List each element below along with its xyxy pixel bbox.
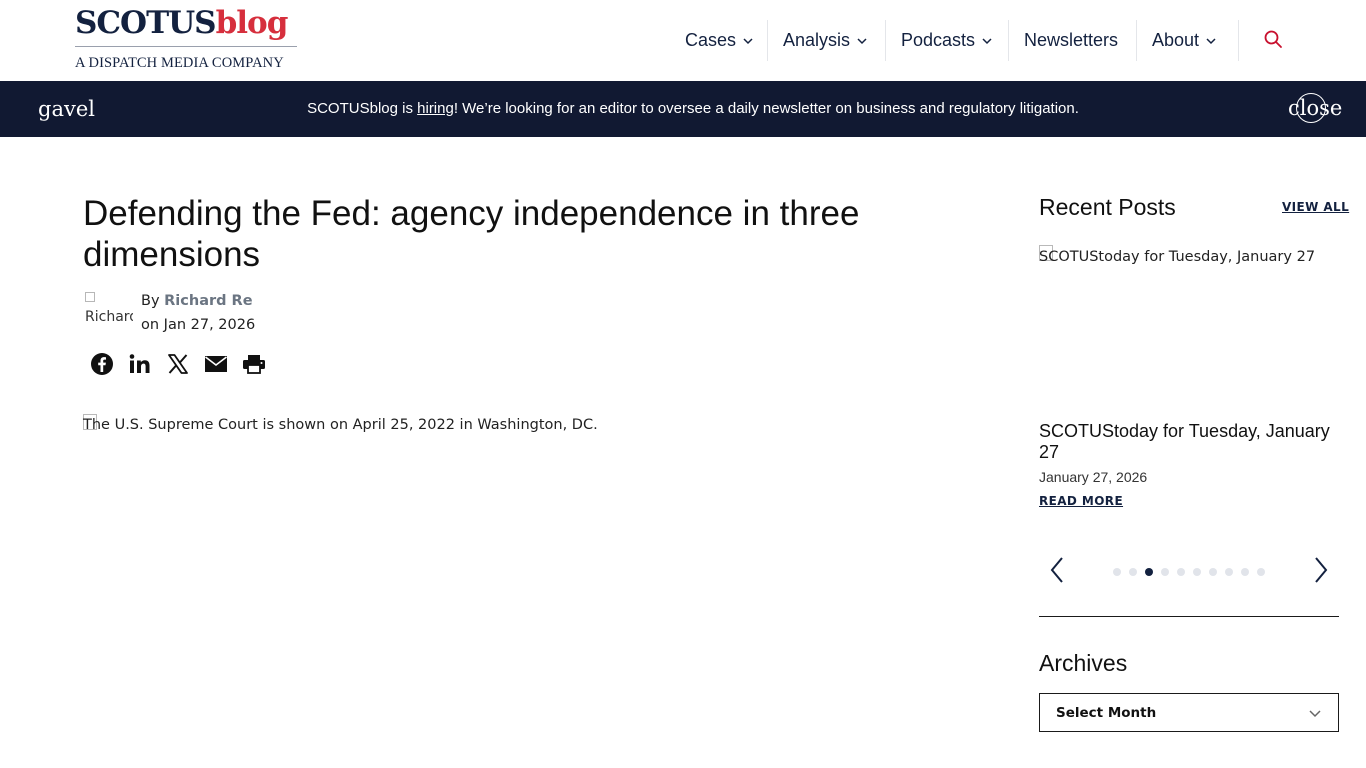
nav-analysis-label: Analysis [783, 30, 851, 50]
facebook-icon[interactable] [90, 352, 114, 376]
search-icon [1263, 29, 1283, 54]
archives-month-select[interactable]: Select Month [1039, 693, 1339, 732]
nav-newsletters[interactable]: Newsletters [1024, 20, 1118, 61]
recent-post-image[interactable]: SCOTUStoday for Tuesday, January 27 [1039, 245, 1339, 405]
archives-heading: Archives [1039, 650, 1128, 676]
carousel-dot[interactable] [1145, 568, 1153, 576]
search-button[interactable] [1259, 28, 1287, 54]
byline: By Richard Re [141, 293, 253, 309]
view-all-link[interactable]: VIEW ALL [1282, 200, 1349, 214]
hero-image-alt: The U.S. Supreme Court is shown on April… [83, 417, 598, 433]
banner-message: SCOTUSblog is hiring! We’re looking for … [307, 100, 1079, 117]
carousel-dot[interactable] [1225, 568, 1233, 576]
logo-wordmark: SCOTUSblog [75, 5, 288, 41]
carousel-dot[interactable] [1161, 568, 1169, 576]
logo-divider [75, 46, 297, 47]
email-icon[interactable] [204, 352, 228, 376]
chevron-left-icon [1049, 556, 1065, 589]
x-icon[interactable] [166, 352, 190, 376]
linkedin-icon[interactable] [128, 352, 152, 376]
chevron-down-icon [856, 35, 868, 47]
nav-divider [1008, 20, 1009, 61]
carousel-dot[interactable] [1113, 568, 1121, 576]
nav-analysis[interactable]: Analysis [783, 20, 868, 61]
chevron-right-icon [1313, 556, 1329, 589]
print-icon[interactable] [242, 352, 266, 376]
carousel-prev-button[interactable] [1047, 556, 1067, 589]
chevron-down-icon [1205, 35, 1217, 47]
nav-divider [1136, 20, 1137, 61]
author-link[interactable]: Richard Re [164, 293, 252, 309]
nav-podcasts[interactable]: Podcasts [901, 20, 993, 61]
carousel-dot[interactable] [1241, 568, 1249, 576]
carousel-dot[interactable] [1193, 568, 1201, 576]
chevron-down-icon [981, 35, 993, 47]
carousel-dot[interactable] [1209, 568, 1217, 576]
chevron-down-icon [1308, 706, 1322, 720]
nav-divider [1238, 20, 1239, 61]
avatar-alt-text: Richard Re [85, 309, 133, 325]
author-avatar: Richard Re [85, 292, 133, 340]
read-more-link[interactable]: READ MORE [1039, 494, 1123, 508]
hero-image: The U.S. Supreme Court is shown on April… [83, 413, 963, 713]
banner-close-button[interactable]: close [1288, 93, 1343, 125]
nav-newsletters-label: Newsletters [1024, 30, 1119, 50]
logo-subtitle: A DISPATCH MEDIA COMPANY [75, 55, 284, 71]
carousel-dots [1113, 568, 1273, 576]
nav-divider [885, 20, 886, 61]
sidebar-divider [1039, 616, 1339, 617]
carousel-next-button[interactable] [1311, 556, 1331, 589]
share-bar [90, 352, 280, 378]
nav-podcasts-label: Podcasts [901, 30, 976, 50]
nav-divider [767, 20, 768, 61]
nav-cases-label: Cases [685, 30, 737, 50]
site-header: SCOTUSblog A DISPATCH MEDIA COMPANY Case… [0, 0, 1366, 81]
nav-cases[interactable]: Cases [685, 20, 754, 61]
carousel-dot[interactable] [1129, 568, 1137, 576]
hiring-link[interactable]: hiring [417, 100, 454, 117]
carousel-dot[interactable] [1177, 568, 1185, 576]
publish-date: on Jan 27, 2026 [141, 317, 256, 333]
chevron-down-icon [742, 35, 754, 47]
recent-posts-heading: Recent Posts [1039, 194, 1176, 220]
site-logo[interactable]: SCOTUSblog A DISPATCH MEDIA COMPANY [75, 4, 297, 74]
carousel-dot[interactable] [1257, 568, 1265, 576]
recent-post-date: January 27, 2026 [1039, 469, 1148, 485]
broken-image-icon [85, 292, 95, 302]
nav-about-label: About [1152, 30, 1200, 50]
recent-post-image-alt: SCOTUStoday for Tuesday, January 27 [1039, 249, 1316, 265]
archives-select-value: Select Month [1056, 705, 1157, 721]
article-title: Defending the Fed: agency independence i… [83, 194, 860, 274]
close-label: close [1288, 96, 1343, 120]
nav-about[interactable]: About [1152, 20, 1217, 61]
recent-post-title[interactable]: SCOTUStoday for Tuesday, January 27 [1039, 421, 1339, 463]
hiring-banner: gavel SCOTUSblog is hiring! We’re lookin… [0, 81, 1366, 137]
